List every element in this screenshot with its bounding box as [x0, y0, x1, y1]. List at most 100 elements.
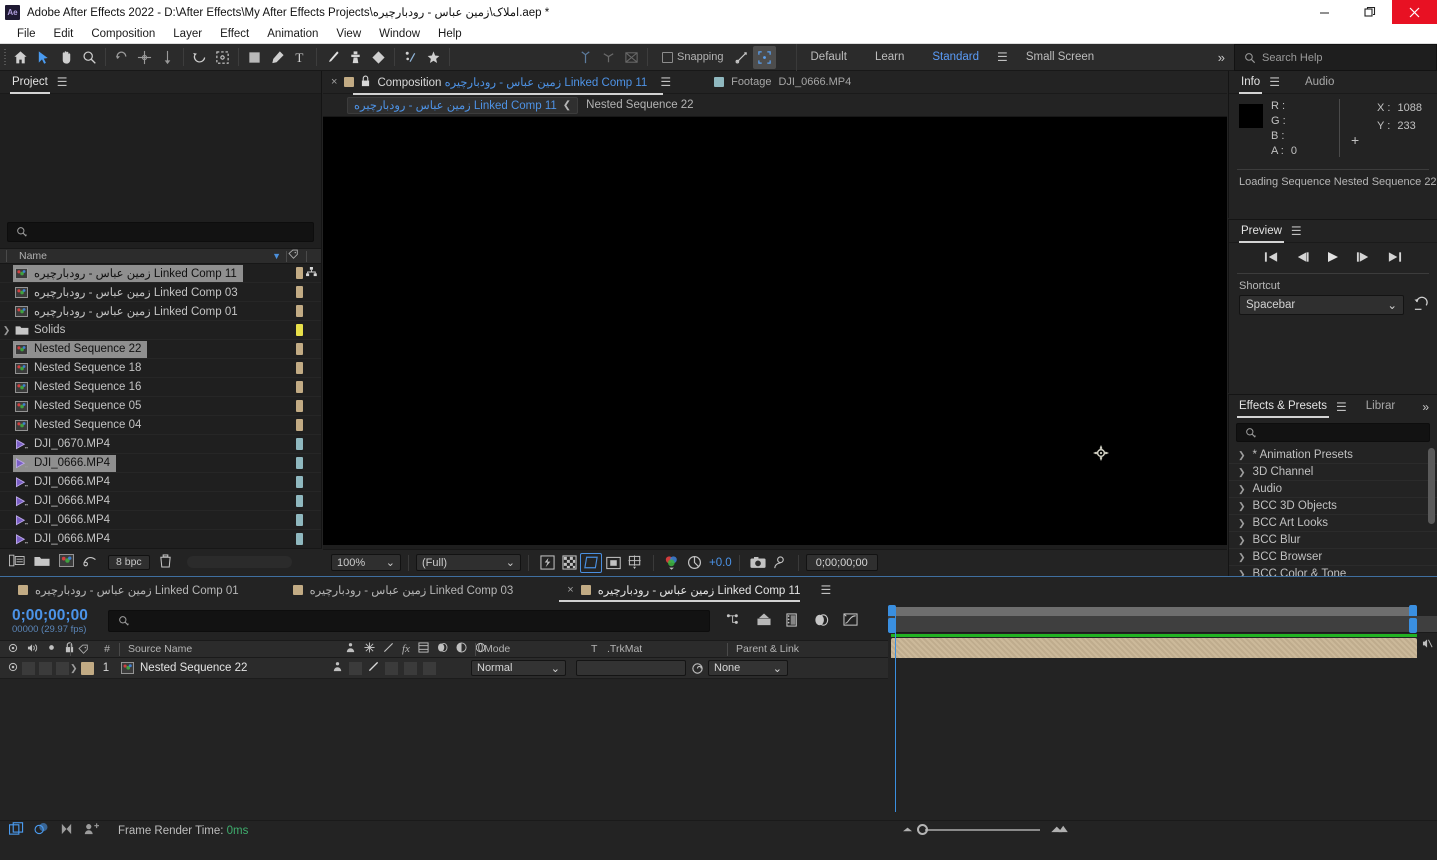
- orbit-tool-icon[interactable]: [133, 46, 156, 69]
- effects-scrollbar[interactable]: [1428, 448, 1435, 524]
- toolbar-grip[interactable]: [0, 44, 9, 71]
- layer-solo-toggle[interactable]: [39, 661, 52, 675]
- zoom-in-icon[interactable]: [1050, 823, 1070, 837]
- refine-edge-icon[interactable]: [211, 46, 234, 69]
- channel-select-icon[interactable]: [661, 553, 683, 573]
- toggle-masks-icon[interactable]: [602, 553, 624, 573]
- quality-switch-icon[interactable]: [383, 642, 394, 656]
- workspace-default[interactable]: Default: [797, 44, 861, 71]
- type-tool-icon[interactable]: T: [289, 46, 312, 69]
- layer-parent-select[interactable]: None ⌄: [708, 660, 788, 676]
- item-color-swatch[interactable]: [296, 267, 303, 279]
- menu-help[interactable]: Help: [429, 24, 471, 44]
- rotation-tool-icon[interactable]: [110, 46, 133, 69]
- hide-shy-layers-icon[interactable]: [786, 612, 800, 630]
- toggle-transfer-controls-icon[interactable]: [34, 822, 49, 839]
- new-folder-icon[interactable]: [34, 554, 50, 570]
- list-item[interactable]: زمین عباس - رودبارچیره Linked Comp 11: [0, 264, 321, 283]
- menu-animation[interactable]: Animation: [258, 24, 327, 44]
- twisty-icon[interactable]: ❯: [1238, 484, 1246, 495]
- toggle-switches-modes-icon[interactable]: [8, 822, 24, 839]
- label-column-icon[interactable]: [288, 249, 299, 263]
- layer-collapse-switch[interactable]: [349, 661, 362, 675]
- tab-audio[interactable]: Audio: [1305, 71, 1334, 94]
- brush-tool-icon[interactable]: [321, 46, 344, 69]
- list-item[interactable]: ❯ BCC 3D Objects: [1229, 498, 1437, 515]
- list-item[interactable]: Nested Sequence 22: [0, 340, 321, 359]
- maximize-button[interactable]: [1347, 0, 1392, 24]
- list-item[interactable]: ❯ Audio: [1229, 481, 1437, 498]
- twisty-icon[interactable]: ❯: [1238, 552, 1246, 563]
- motion-blur-switch-icon[interactable]: [437, 642, 448, 656]
- effects-search-input[interactable]: [1236, 423, 1430, 442]
- snap-align-icon[interactable]: [730, 46, 753, 69]
- preview-panel-menu-icon[interactable]: ☰: [1291, 224, 1302, 238]
- layer-audio-toggle[interactable]: [22, 661, 35, 675]
- column-name-label[interactable]: Name: [6, 250, 47, 262]
- eraser-tool-icon[interactable]: [367, 46, 390, 69]
- item-color-swatch[interactable]: [296, 438, 303, 450]
- show-snapshot-icon[interactable]: [769, 553, 791, 573]
- item-color-swatch[interactable]: [296, 457, 303, 469]
- chevron-left-icon[interactable]: ❮: [563, 100, 571, 111]
- tab-info[interactable]: Info: [1238, 71, 1263, 94]
- timeline-zoom-knob[interactable]: [917, 824, 928, 835]
- minimize-button[interactable]: [1302, 0, 1347, 24]
- transparency-grid-icon[interactable]: [558, 553, 580, 573]
- effects-overflow-icon[interactable]: »: [1422, 400, 1429, 414]
- menu-layer[interactable]: Layer: [164, 24, 211, 44]
- twisty-icon[interactable]: ❯: [1238, 518, 1246, 529]
- workspace-menu-icon[interactable]: ☰: [993, 50, 1012, 64]
- list-item[interactable]: Nested Sequence 18: [0, 359, 321, 378]
- list-item[interactable]: DJI_0666.MP4: [0, 473, 321, 492]
- shape-tool-icon[interactable]: [243, 46, 266, 69]
- bit-depth-button[interactable]: 8 bpc: [108, 554, 150, 570]
- resolution-region-icon[interactable]: [624, 553, 646, 573]
- item-color-swatch[interactable]: [296, 305, 303, 317]
- twisty-icon[interactable]: ❯: [1238, 450, 1246, 461]
- project-footer-scroll[interactable]: [186, 556, 292, 568]
- layer-shy-switch[interactable]: [332, 661, 343, 675]
- view-axis-mode-icon[interactable]: [620, 46, 643, 69]
- video-toggle-icon[interactable]: [8, 643, 18, 656]
- exposure-reset-icon[interactable]: [683, 553, 705, 573]
- layer-color-swatch[interactable]: [81, 661, 94, 675]
- composition-mini-flowchart-icon[interactable]: [726, 613, 742, 630]
- search-help-field[interactable]: Search Help: [1234, 44, 1437, 71]
- timeline-search-input[interactable]: [108, 610, 710, 632]
- exposure-value[interactable]: +0.0: [709, 557, 732, 569]
- interpret-footage-icon[interactable]: [9, 554, 25, 570]
- item-color-swatch[interactable]: [296, 381, 303, 393]
- audio-toggle-icon[interactable]: [27, 643, 38, 656]
- effects-panel-menu-icon[interactable]: ☰: [1336, 400, 1347, 414]
- zoom-tool-icon[interactable]: [78, 46, 101, 69]
- workspace-overflow-icon[interactable]: »: [1218, 50, 1225, 65]
- breadcrumb-current[interactable]: Nested Sequence 22: [586, 99, 693, 111]
- draft-3d-icon[interactable]: [756, 612, 772, 630]
- region-of-interest-icon[interactable]: [580, 552, 602, 573]
- list-item[interactable]: ❯ BCC Art Looks: [1229, 515, 1437, 532]
- zoom-level-select[interactable]: 100% ⌄: [331, 554, 401, 571]
- item-color-swatch[interactable]: [296, 495, 303, 507]
- item-color-swatch[interactable]: [296, 514, 303, 526]
- list-item[interactable]: DJI_0666.MP4: [0, 492, 321, 511]
- project-panel-menu-icon[interactable]: ☰: [57, 75, 68, 89]
- twisty-icon[interactable]: ❯: [1238, 535, 1246, 546]
- layer-mode-select[interactable]: Normal ⌄: [471, 660, 566, 676]
- column-trkmat[interactable]: .TrkMat: [607, 643, 727, 655]
- item-color-swatch[interactable]: [296, 533, 303, 545]
- frame-blend-switch-icon[interactable]: [418, 642, 429, 656]
- track-duration-bar[interactable]: [888, 616, 1437, 633]
- toggle-parent-column-icon[interactable]: [84, 822, 100, 839]
- layer-twisty-icon[interactable]: ❯: [70, 663, 81, 674]
- play-icon[interactable]: [1326, 251, 1340, 266]
- item-color-swatch[interactable]: [296, 476, 303, 488]
- layer-video-toggle[interactable]: [8, 662, 18, 675]
- table-row[interactable]: ❯ 1 Nested Sequence 22 Normal ⌄ None ⌄: [0, 658, 888, 679]
- list-item[interactable]: زمین عباس - رودبارچیره Linked Comp 03: [0, 283, 321, 302]
- local-axis-mode-icon[interactable]: [574, 46, 597, 69]
- menu-file[interactable]: File: [8, 24, 45, 44]
- item-color-swatch[interactable]: [296, 400, 303, 412]
- tab-libraries[interactable]: Librar: [1366, 395, 1404, 418]
- previous-frame-icon[interactable]: [1295, 251, 1310, 266]
